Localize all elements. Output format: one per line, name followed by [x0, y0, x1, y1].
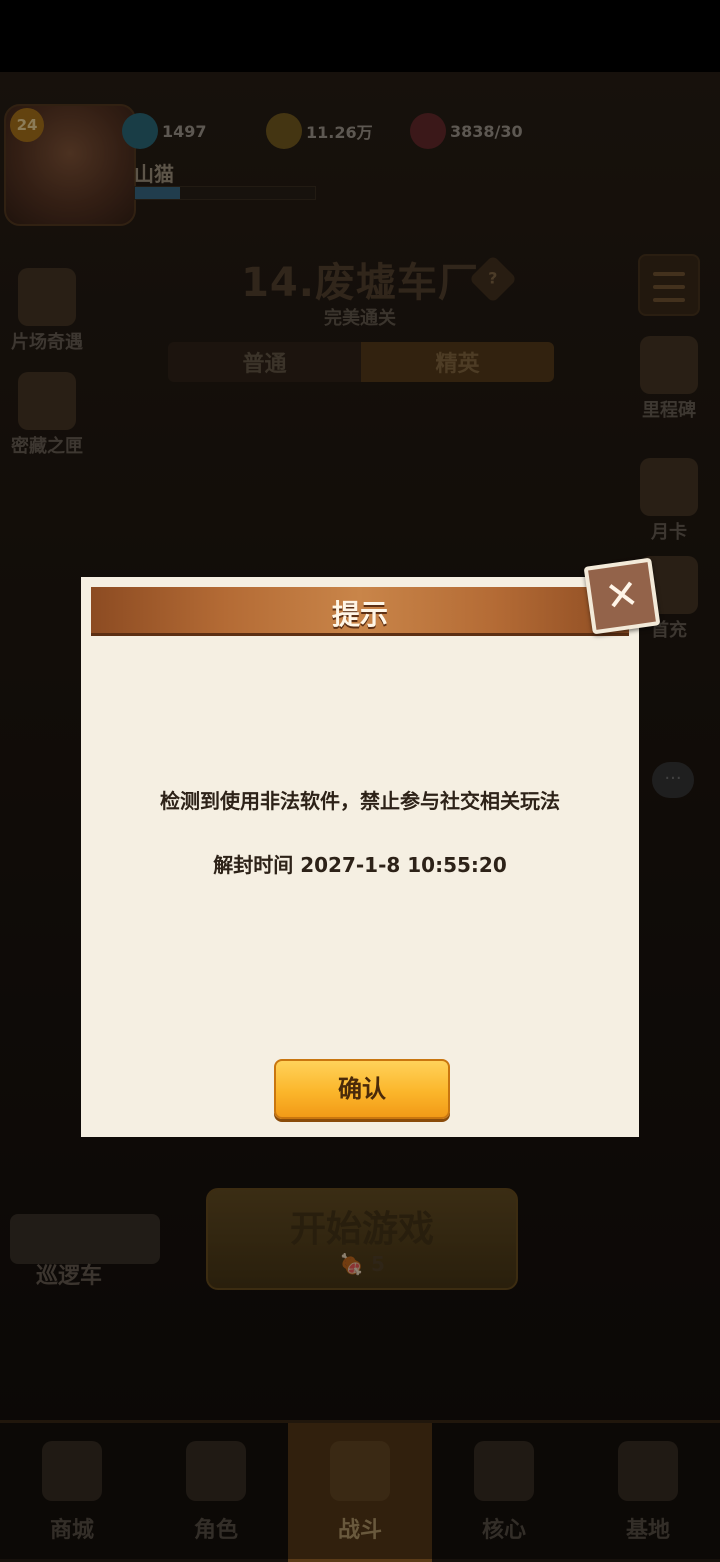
dialog-message: 检测到使用非法软件，禁止参与社交相关玩法 — [160, 789, 560, 813]
status-bar — [0, 0, 720, 72]
unban-time: 解封时间 2027-1-8 10:55:20 — [213, 853, 507, 877]
confirm-button[interactable]: 确认 — [274, 1059, 450, 1119]
close-icon: ✕ — [602, 570, 642, 622]
notice-dialog: 提示 检测到使用非法软件，禁止参与社交相关玩法 解封时间 2027-1-8 10… — [81, 577, 639, 1137]
dialog-title: 提示 — [331, 598, 388, 631]
dialog-header: 提示 — [91, 587, 629, 636]
close-button[interactable]: ✕ — [583, 557, 661, 635]
